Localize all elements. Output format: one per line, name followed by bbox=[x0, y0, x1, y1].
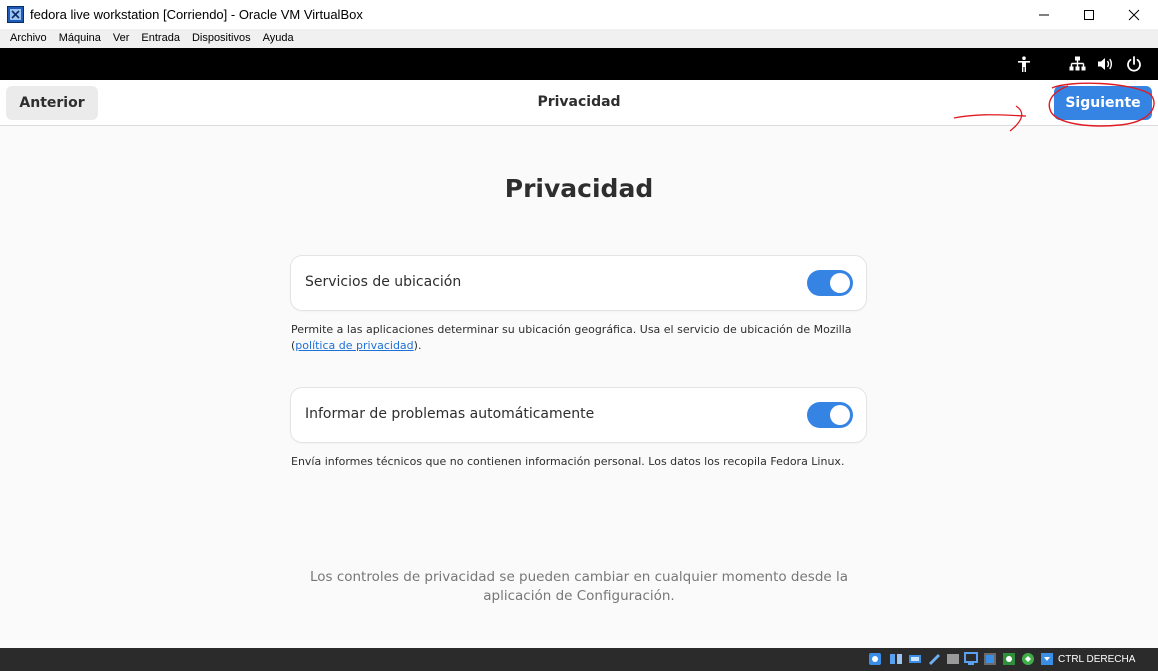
window-titlebar: fedora live workstation [Corriendo] - Or… bbox=[0, 0, 1158, 29]
footer-note-line2: aplicación de Configuración. bbox=[483, 588, 675, 604]
maximize-icon bbox=[1084, 9, 1094, 20]
window-title: fedora live workstation [Corriendo] - Or… bbox=[30, 7, 363, 22]
gnome-topbar bbox=[0, 48, 1158, 80]
accessibility-icon[interactable] bbox=[1016, 56, 1032, 72]
toggle-knob bbox=[830, 405, 850, 425]
network-icon[interactable] bbox=[927, 652, 941, 666]
power-icon[interactable] bbox=[1126, 56, 1142, 72]
menu-archivo[interactable]: Archivo bbox=[4, 29, 53, 48]
header-bar: Anterior Privacidad Siguiente bbox=[0, 80, 1158, 126]
cpu-icon[interactable] bbox=[1021, 652, 1035, 666]
page-heading: Privacidad bbox=[504, 174, 654, 203]
usb-icon[interactable] bbox=[946, 652, 960, 666]
setting-label-problem-reporting: Informar de problemas automáticamente bbox=[305, 406, 595, 422]
privacy-policy-link[interactable]: política de privacidad bbox=[295, 339, 413, 352]
problem-reporting-toggle[interactable] bbox=[807, 402, 853, 428]
setting-description-location: Permite a las aplicaciones determinar su… bbox=[291, 322, 866, 354]
close-icon bbox=[1128, 9, 1140, 20]
setting-row-location: Servicios de ubicación bbox=[291, 256, 866, 310]
recording-icon[interactable] bbox=[1002, 652, 1016, 666]
location-toggle[interactable] bbox=[807, 270, 853, 296]
menu-ayuda[interactable]: Ayuda bbox=[257, 29, 300, 48]
setting-description-problem-reporting: Envía informes técnicos que no contienen… bbox=[291, 455, 845, 468]
menu-dispositivos[interactable]: Dispositivos bbox=[186, 29, 257, 48]
location-description-line1: Permite a las aplicaciones determinar su… bbox=[291, 323, 852, 336]
host-key-label[interactable]: CTRL DERECHA bbox=[1058, 654, 1135, 665]
shared-folder-icon[interactable] bbox=[964, 652, 978, 666]
volume-icon[interactable] bbox=[1097, 56, 1114, 72]
minimize-button[interactable] bbox=[1021, 0, 1067, 29]
next-button[interactable]: Siguiente bbox=[1054, 86, 1152, 120]
menubar: Archivo Máquina Ver Entrada Dispositivos… bbox=[0, 29, 1158, 48]
audio-icon[interactable] bbox=[908, 652, 922, 666]
setting-row-problem-reporting: Informar de problemas automáticamente bbox=[291, 388, 866, 442]
footer-note: Los controles de privacidad se pueden ca… bbox=[0, 568, 1158, 606]
menu-ver[interactable]: Ver bbox=[107, 29, 136, 48]
header-title: Privacidad bbox=[537, 94, 621, 110]
display-icon[interactable] bbox=[983, 652, 997, 666]
maximize-button[interactable] bbox=[1066, 0, 1112, 29]
footer-note-line1: Los controles de privacidad se pueden ca… bbox=[309, 569, 849, 585]
vm-statusbar: CTRL DERECHA bbox=[0, 648, 1158, 671]
location-description-line2: (política de privacidad). bbox=[291, 338, 866, 354]
mouse-integration-icon[interactable] bbox=[1040, 652, 1054, 666]
optical-drive-icon[interactable] bbox=[889, 652, 903, 666]
menu-entrada[interactable]: Entrada bbox=[135, 29, 186, 48]
minimize-icon bbox=[1039, 14, 1049, 15]
close-button[interactable] bbox=[1111, 0, 1157, 29]
network-wired-icon[interactable] bbox=[1069, 56, 1086, 72]
toggle-knob bbox=[830, 273, 850, 293]
setting-label-location: Servicios de ubicación bbox=[305, 274, 462, 290]
virtualbox-icon bbox=[7, 6, 24, 23]
menu-maquina[interactable]: Máquina bbox=[53, 29, 107, 48]
storage-icon[interactable] bbox=[868, 652, 882, 666]
link-close-paren: ). bbox=[413, 339, 422, 352]
